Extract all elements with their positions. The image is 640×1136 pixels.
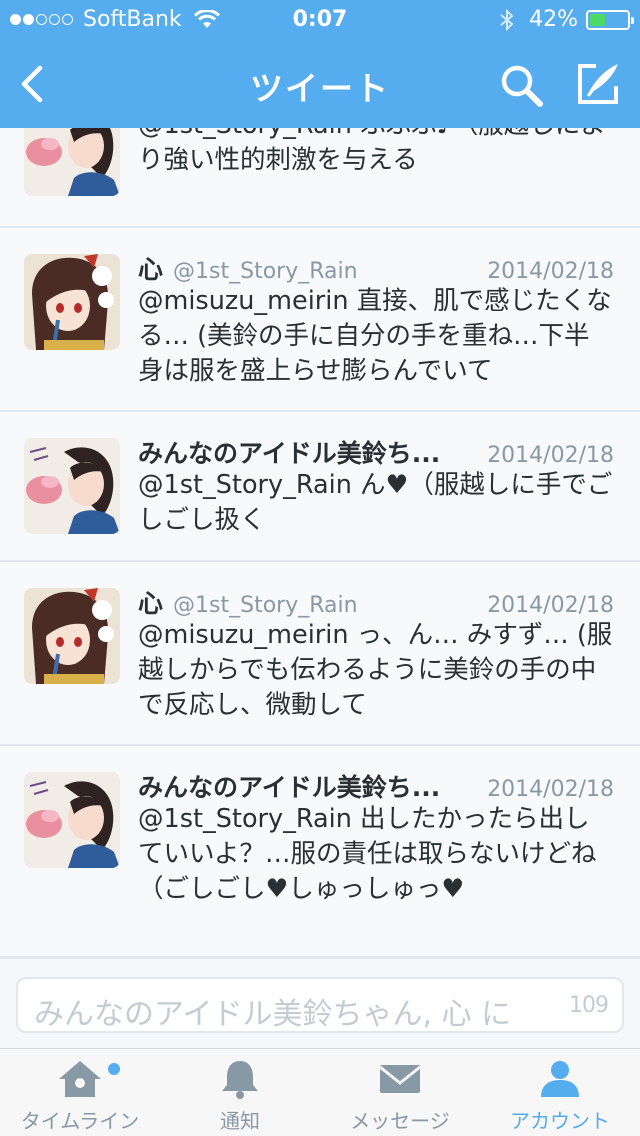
tweet-author-name[interactable]: みんなのアイドル美鈴ち... xyxy=(138,768,440,804)
tweet-text: @misuzu_meirin っ、ん… みすず… (服越しからでも伝わるように美… xyxy=(138,620,613,720)
page-title: ツイート xyxy=(250,69,390,108)
battery-icon xyxy=(586,9,634,30)
tweet-date: 2014/02/18 xyxy=(487,259,614,284)
tweet[interactable]: 心 @1st_Story_Rain 2014/02/18 @misuzu_mei… xyxy=(0,562,640,746)
tab-messages[interactable]: メッセージ xyxy=(320,1049,480,1136)
home-icon xyxy=(59,1061,101,1097)
tweet-timeline[interactable]: @1st_Story_Rain ふふふ♪（服越しにより強い性的刺激を与える 心 … xyxy=(0,128,640,958)
tweet-date: 2014/02/18 xyxy=(487,593,614,618)
nav-bar: ツイート xyxy=(0,40,640,128)
tab-timeline[interactable]: タイムライン xyxy=(0,1049,160,1136)
tweet-text: @1st_Story_Rain ふふふ♪（服越しにより強い性的刺激を与える xyxy=(138,128,606,175)
battery-percent: 42% xyxy=(529,7,578,32)
tab-notifications[interactable]: 通知 xyxy=(160,1049,320,1136)
tweet-header: 心 @1st_Story_Rain 2014/02/18 xyxy=(138,584,614,620)
avatar-meirin-image xyxy=(24,438,120,534)
compose-icon[interactable] xyxy=(574,60,622,108)
tweet-date: 2014/02/18 xyxy=(487,777,614,802)
tweet[interactable]: @1st_Story_Rain ふふふ♪（服越しにより強い性的刺激を与える xyxy=(0,128,640,228)
notification-dot xyxy=(108,1063,120,1075)
tweet[interactable]: みんなのアイドル美鈴ち... 2014/02/18 @1st_Story_Rai… xyxy=(0,746,640,958)
avatar[interactable] xyxy=(24,128,120,196)
avatar-meirin-image xyxy=(24,128,120,196)
reply-bar: みんなのアイドル美鈴ちゃん, 心 に 109 xyxy=(0,958,640,1048)
tweet-header: みんなのアイドル美鈴ち... 2014/02/18 xyxy=(138,434,614,470)
status-bar: SoftBank 0:07 42% xyxy=(0,0,640,40)
reply-placeholder: みんなのアイドル美鈴ちゃん, 心 に xyxy=(34,997,512,1032)
avatar[interactable] xyxy=(24,438,120,534)
avatar[interactable] xyxy=(24,254,120,350)
header: SoftBank 0:07 42% ツイート xyxy=(0,0,640,128)
tweet-author-handle[interactable]: @1st_Story_Rain xyxy=(173,259,358,284)
character-counter: 109 xyxy=(569,993,609,1018)
avatar-meirin-image xyxy=(24,772,120,868)
battery-level xyxy=(590,13,605,26)
tweet-author-name[interactable]: 心 xyxy=(138,584,163,620)
avatar-rain-image xyxy=(24,588,120,684)
tweet-date: 2014/02/18 xyxy=(487,443,614,468)
tweet-text: @1st_Story_Rain ん♥（服越しに手でごしごし扱く xyxy=(138,470,613,535)
tweet-author-name[interactable]: みんなのアイドル美鈴ち... xyxy=(138,434,440,470)
tab-label: 通知 xyxy=(220,1109,260,1133)
search-icon[interactable] xyxy=(498,62,544,108)
avatar[interactable] xyxy=(24,772,120,868)
tab-label: アカウント xyxy=(510,1109,610,1133)
tab-bar: タイムライン 通知 メッセージ アカウント xyxy=(0,1048,640,1136)
tweet[interactable]: 心 @1st_Story_Rain 2014/02/18 @misuzu_mei… xyxy=(0,228,640,412)
avatar[interactable] xyxy=(24,588,120,684)
envelope-icon xyxy=(379,1065,421,1093)
tweet[interactable]: みんなのアイドル美鈴ち... 2014/02/18 @1st_Story_Rai… xyxy=(0,412,640,562)
tweet-header: 心 @1st_Story_Rain 2014/02/18 xyxy=(138,250,614,286)
tweet-author-handle[interactable]: @1st_Story_Rain xyxy=(173,593,358,618)
tweet-text: @1st_Story_Rain 出したかったら出していいよ？…服の責任は取らない… xyxy=(138,804,597,904)
tab-account[interactable]: アカウント xyxy=(480,1049,640,1136)
tweet-text: @misuzu_meirin 直接、肌で感じたくなる… (美鈴の手に自分の手を重… xyxy=(138,286,612,386)
tab-label: タイムライン xyxy=(20,1109,140,1133)
status-right: 42% xyxy=(499,7,634,32)
bluetooth-icon xyxy=(500,8,514,31)
tab-label: メッセージ xyxy=(350,1109,450,1133)
person-icon xyxy=(541,1061,579,1097)
tweet-author-name[interactable]: 心 xyxy=(138,250,163,286)
tweet-header: みんなのアイドル美鈴ち... 2014/02/18 xyxy=(138,768,614,804)
bell-icon xyxy=(222,1061,258,1099)
avatar-rain-image xyxy=(24,254,120,350)
reply-input[interactable]: みんなのアイドル美鈴ちゃん, 心 に 109 xyxy=(16,977,624,1033)
